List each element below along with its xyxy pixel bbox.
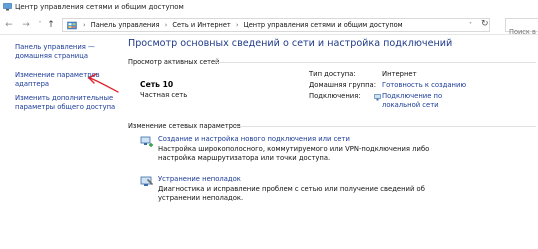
connection-link[interactable]: Подключение по локальной сети — [382, 92, 442, 109]
homegroup-link[interactable]: Готовность к созданию — [382, 81, 466, 90]
address-box[interactable]: › Панель управления › Сеть и Интернет › … — [62, 18, 490, 32]
ethernet-connection-icon — [374, 94, 381, 101]
connection-link-line2: локальной сети — [382, 100, 439, 109]
address-dropdown-icon[interactable]: ˅ — [469, 22, 472, 29]
breadcrumb-chevron-icon: › — [83, 21, 86, 29]
new-connection-icon — [140, 136, 153, 147]
breadcrumb-chevron-icon: › — [164, 21, 168, 29]
access-type-value: Интернет — [382, 70, 417, 78]
network-center-icon — [3, 3, 12, 11]
refresh-icon[interactable]: ↻ — [481, 20, 489, 29]
breadcrumb-control-panel[interactable]: Панель управления — [91, 21, 160, 29]
network-name: Сеть 10 — [140, 80, 174, 89]
sidebar-item-advanced-sharing[interactable]: Изменить дополнительные параметры общего… — [15, 94, 115, 111]
breadcrumb-network-internet[interactable]: Сеть и Интернет — [172, 21, 230, 29]
homegroup-label: Домашняя группа: — [309, 81, 377, 89]
page-title: Просмотр основных сведений о сети и наст… — [128, 38, 453, 49]
breadcrumb-chevron-icon: › — [235, 21, 239, 29]
window-title: Центр управления сетями и общим доступом — [15, 3, 184, 11]
connections-label: Подключения: — [309, 92, 361, 100]
sidebar-item-label: параметры общего доступа — [15, 102, 116, 111]
back-button[interactable]: ← — [3, 19, 15, 31]
breadcrumb: › Панель управления › Сеть и Интернет › … — [80, 19, 403, 31]
change-settings-header: Изменение сетевых параметров — [128, 122, 241, 130]
sidebar-item-label: домашняя страница — [15, 51, 88, 60]
troubleshoot-description: Диагностика и исправление проблем с сеть… — [158, 185, 425, 202]
search-box[interactable] — [505, 18, 538, 38]
active-networks-header: Просмотр активных сетей — [128, 58, 220, 66]
sidebar-item-label: адаптера — [15, 79, 50, 88]
up-button[interactable]: ↑ — [45, 19, 57, 31]
sidebar-item-label: Панель управления — — [15, 43, 95, 51]
address-bar: ← → ˅ ↑ › Панель управления › Сеть и Инт… — [0, 15, 538, 38]
annotation-arrow-icon — [88, 73, 119, 93]
connection-link-line1: Подключение по — [382, 92, 443, 100]
network-type: Частная сеть — [140, 91, 188, 99]
troubleshoot-link[interactable]: Устранение неполадок — [158, 175, 241, 183]
new-connection-link[interactable]: Создание и настройка нового подключения … — [158, 135, 350, 143]
access-type-label: Тип доступа: — [309, 70, 356, 78]
control-panel-icon — [67, 21, 77, 30]
breadcrumb-network-center[interactable]: Центр управления сетями и общим доступом — [244, 21, 403, 29]
main-content: Просмотр основных сведений о сети и наст… — [128, 36, 538, 249]
section-divider — [216, 62, 536, 63]
sidebar-item-control-panel-home[interactable]: Панель управления — домашняя страница — [15, 43, 95, 60]
troubleshoot-icon — [140, 176, 153, 186]
window-titlebar: Центр управления сетями и общим доступом — [0, 0, 538, 14]
section-divider — [235, 126, 536, 127]
forward-button[interactable]: → — [20, 19, 32, 31]
new-connection-description: Настройка широкополосного, коммутируемог… — [158, 145, 430, 162]
